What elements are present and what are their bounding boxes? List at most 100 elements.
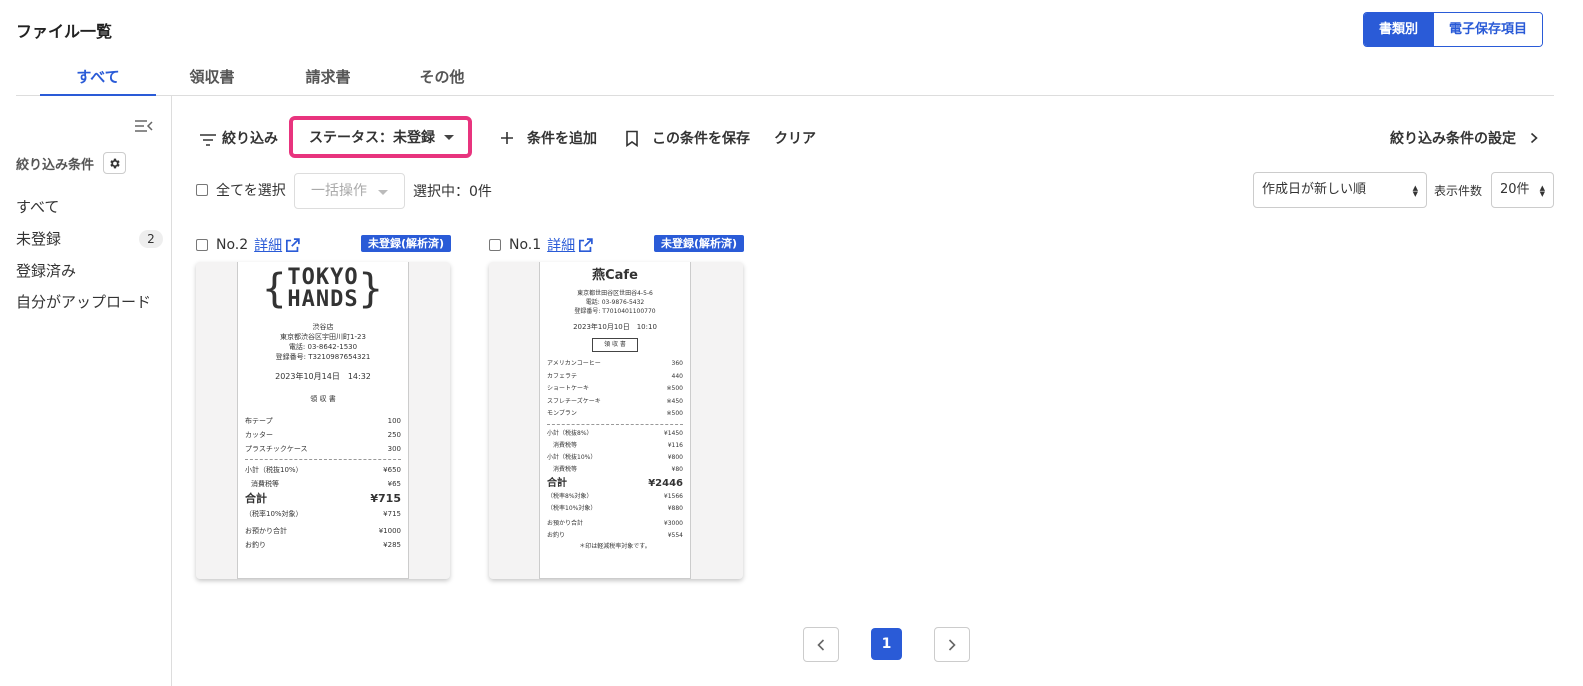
status-filter-value: ステータス：未登録 — [309, 130, 435, 146]
status-filter-select[interactable]: ステータス：未登録 — [289, 116, 472, 158]
card-checkbox[interactable] — [196, 239, 208, 251]
status-badge: 未登録(解析済) — [361, 235, 452, 252]
select-all-checkbox[interactable] — [196, 184, 208, 196]
page-title: ファイル一覧 — [16, 22, 113, 41]
filter-button[interactable]: 絞り込み — [198, 128, 278, 148]
by-type-button[interactable]: 書類別 — [1364, 13, 1434, 46]
store-address: 東京都世田谷区世田谷4-5-6 — [577, 290, 653, 297]
tax-row: 消費税等 ¥65 — [251, 480, 401, 488]
detail-link[interactable]: 詳細 — [547, 235, 575, 255]
tab-all[interactable]: すべて — [40, 60, 156, 96]
bulk-action-label: 一括操作 — [311, 183, 367, 199]
sidebar-item-registered[interactable]: 登録済み — [16, 260, 76, 281]
selected-count: 選択中：0件 — [413, 184, 492, 200]
paid-row: お預かり合計 ¥3000 — [547, 519, 683, 527]
line-item: プラスチックケース 300 — [245, 445, 401, 453]
gear-icon — [110, 158, 120, 168]
receipt-doc-title: 領 収 書 — [310, 395, 336, 403]
paid-row: お預かり合計 ¥1000 — [245, 527, 401, 535]
filter-settings-button[interactable] — [103, 152, 127, 174]
logo-line-2: HANDS — [287, 287, 359, 312]
tab-invoices[interactable]: 請求書 — [270, 60, 386, 96]
view-toggle: 書類別 電子保存項目 — [1363, 12, 1544, 47]
filter-conditions-heading: 絞り込み条件 — [16, 152, 127, 174]
receipt-doc-title: 領 収 書 — [592, 338, 638, 352]
bookmark-icon — [626, 130, 638, 147]
tab-receipts[interactable]: 領収書 — [156, 60, 268, 96]
store-name: 渋谷店 — [312, 323, 334, 331]
filter-conditions-label: 絞り込み条件 — [16, 157, 95, 173]
tax-row: 消費税等 ¥80 — [553, 465, 683, 473]
line-item: カッター 250 — [245, 431, 401, 439]
receipt-datetime: 2023年10月14日 14:32 — [275, 372, 371, 381]
filter-settings-link[interactable]: 絞り込み条件の設定 — [1390, 128, 1539, 148]
tax-rate-row: （税率10%対象） ¥715 — [245, 510, 401, 518]
tab-bar: すべて 領収書 請求書 その他 — [16, 60, 1554, 96]
store-name: 燕Cafe — [592, 268, 638, 283]
line-item: アメリカンコーヒー 360 — [547, 360, 683, 367]
line-item: カフェラテ 440 — [547, 372, 683, 380]
chevron-down-icon — [444, 135, 454, 140]
select-all-label: 全てを選択 — [216, 183, 286, 199]
detail-link[interactable]: 詳細 — [254, 235, 282, 255]
subtotal-row: 小計（税抜10%） ¥800 — [547, 453, 683, 461]
select-arrows-icon: ▲ ▼ — [1539, 184, 1545, 198]
document-card[interactable]: { TOKYO HANDS } 渋谷店 東京都渋谷区宇田川町1-23 電話: 0… — [196, 262, 450, 579]
save-condition-label: この条件を保存 — [652, 131, 750, 147]
card-checkbox[interactable] — [489, 239, 501, 251]
chevron-down-icon — [378, 190, 388, 195]
tab-others[interactable]: その他 — [384, 60, 500, 96]
filter-icon — [200, 134, 216, 146]
sidebar: 絞り込み条件 すべて 未登録 2 登録済み 自分がアップロード — [0, 96, 172, 686]
change-row: お釣り ¥554 — [547, 531, 683, 539]
add-condition-button[interactable]: 条件を追加 — [499, 128, 597, 148]
registration-number: 登録番号: T7010401100770 — [574, 308, 656, 315]
external-link-icon[interactable] — [284, 237, 301, 254]
document-card[interactable]: 燕Cafe 東京都世田谷区世田谷4-5-6 電話: 03-9876-5432 登… — [489, 262, 743, 579]
next-page-button[interactable] — [934, 627, 970, 662]
line-item: モンブラン ※500 — [547, 410, 683, 417]
status-badge: 未登録(解析済) — [654, 235, 745, 252]
per-page-select[interactable]: 20件 ▲ ▼ — [1491, 172, 1554, 208]
subtotal-row: 小計（税抜10%） ¥650 — [245, 466, 401, 474]
receipt-thumbnail: 燕Cafe 東京都世田谷区世田谷4-5-6 電話: 03-9876-5432 登… — [539, 262, 691, 579]
bulk-action-button[interactable]: 一括操作 — [294, 173, 405, 209]
sidebar-item-all[interactable]: すべて — [16, 196, 59, 217]
page-number-current[interactable]: 1 — [871, 628, 902, 660]
tax-rate-row: （税率8%対象） ¥1566 — [547, 492, 683, 500]
clear-button[interactable]: クリア — [774, 128, 816, 148]
save-condition-button[interactable]: この条件を保存 — [625, 128, 750, 148]
sidebar-item-my-uploads[interactable]: 自分がアップロード — [16, 291, 151, 312]
chevron-left-icon — [817, 638, 825, 651]
receipt-divider — [547, 423, 683, 425]
line-item: 布テープ 100 — [245, 417, 401, 425]
e-storage-button[interactable]: 電子保存項目 — [1433, 13, 1543, 46]
select-arrows-icon: ▲ ▼ — [1412, 184, 1418, 198]
total-row: 合計 ¥2446 — [547, 477, 683, 489]
collapse-sidebar-icon[interactable] — [134, 118, 154, 134]
sort-value: 作成日が新しい順 — [1262, 182, 1367, 197]
filter-settings-label: 絞り込み条件の設定 — [1390, 131, 1516, 147]
total-row: 合計 ¥715 — [245, 492, 401, 505]
filter-label: 絞り込み — [222, 131, 278, 147]
receipt-datetime: 2023年10月10日 10:10 — [573, 323, 657, 331]
subtotal-row: 小計（税抜8%） ¥1450 — [547, 429, 683, 437]
external-link-icon[interactable] — [577, 237, 594, 254]
per-page-value: 20件 — [1500, 182, 1530, 197]
select-all[interactable]: 全てを選択 — [196, 180, 286, 200]
line-item: スフレチーズケーキ ※450 — [547, 397, 683, 405]
chevron-right-icon — [948, 638, 956, 651]
sort-select[interactable]: 作成日が新しい順 ▲ ▼ — [1253, 172, 1427, 208]
card-header: No.1 詳細 — [489, 235, 594, 255]
store-address: 東京都渋谷区宇田川町1-23 — [280, 333, 366, 341]
registration-number: 登録番号: T3210987654321 — [275, 353, 371, 361]
plus-icon — [501, 132, 513, 144]
unregistered-count-badge: 2 — [139, 230, 163, 248]
logo-line-1: TOKYO — [287, 265, 359, 290]
chevron-right-icon — [1530, 132, 1538, 144]
store-phone: 電話: 03-8642-1530 — [288, 343, 358, 351]
change-row: お釣り ¥285 — [245, 541, 401, 549]
prev-page-button[interactable] — [803, 627, 839, 662]
sidebar-item-unregistered[interactable]: 未登録 — [16, 228, 61, 249]
store-phone: 電話: 03-9876-5432 — [585, 299, 645, 306]
